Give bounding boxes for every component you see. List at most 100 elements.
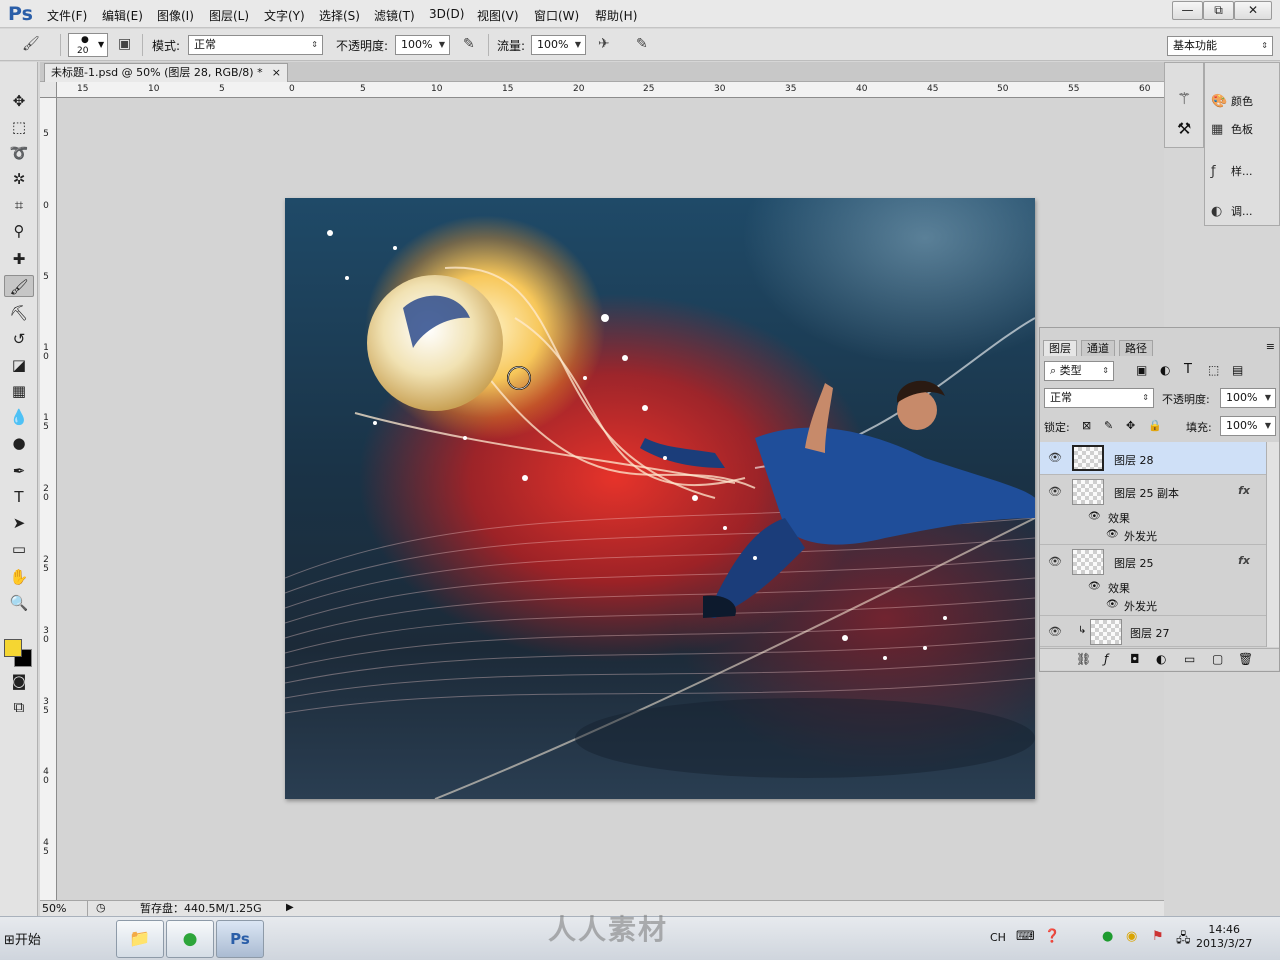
pressure-opacity-icon[interactable]: ✎ <box>463 36 475 52</box>
path-selection-tool-icon[interactable]: ➤ <box>4 512 34 534</box>
swatches-panel-button[interactable]: ▦ 色板 <box>1211 121 1253 137</box>
healing-brush-tool-icon[interactable]: ✚ <box>4 248 34 270</box>
ruler-origin[interactable] <box>40 82 57 98</box>
adjustments-panel-button[interactable]: ◐ 调... <box>1211 203 1253 219</box>
hand-tool-icon[interactable]: ✋ <box>4 566 34 588</box>
dodge-tool-icon[interactable]: ● <box>4 432 34 454</box>
gradient-tool-icon[interactable]: ▦ <box>4 380 34 402</box>
tray-app-icon[interactable]: ● <box>1102 929 1113 944</box>
fill-field[interactable]: 100% ▼ <box>1220 416 1276 436</box>
tray-flag-icon[interactable]: ⚑ <box>1152 929 1164 944</box>
document-canvas[interactable] <box>285 198 1035 799</box>
network-icon[interactable]: 🖧 <box>1176 929 1191 951</box>
history-brush-tool-icon[interactable]: ↺ <box>4 328 34 350</box>
type-tool-icon[interactable]: T <box>4 486 34 508</box>
menu-edit[interactable]: 编辑(E) <box>102 7 143 24</box>
filter-smart-object-icon[interactable]: ▤ <box>1232 363 1243 377</box>
status-info-icon[interactable]: ◷ <box>96 901 106 914</box>
brush-tool-preset-icon[interactable]: 🖌 <box>22 36 40 52</box>
start-button[interactable]: ⊞开始 <box>4 929 41 948</box>
tab-paths[interactable]: 路径 <box>1119 340 1153 356</box>
tray-security-icon[interactable]: ◉ <box>1126 929 1137 944</box>
new-adjustment-icon[interactable]: ◐ <box>1156 652 1166 666</box>
layer-opacity-field[interactable]: 100% ▼ <box>1220 388 1276 408</box>
lock-position-icon[interactable]: ✥ <box>1126 419 1135 432</box>
delete-layer-icon[interactable]: 🗑 <box>1238 652 1253 666</box>
eraser-tool-icon[interactable]: ◪ <box>4 354 34 376</box>
minimize-button[interactable]: — <box>1172 1 1203 20</box>
layer-kind-filter[interactable]: ⌕ 类型 ⇕ <box>1044 361 1114 381</box>
add-style-fx-icon[interactable]: ƒ <box>1104 652 1108 666</box>
blend-mode-select[interactable]: 正常 ⇕ <box>1044 388 1154 408</box>
effect-eye-icon[interactable]: 👁 <box>1106 599 1119 610</box>
brush-size-picker[interactable]: ● 20 ▼ <box>68 33 108 57</box>
close-button[interactable]: ✕ <box>1234 1 1272 20</box>
visibility-eye-icon[interactable]: 👁 <box>1048 451 1062 464</box>
pen-tool-icon[interactable]: ✒ <box>4 460 34 482</box>
effects-eye-icon[interactable]: 👁 <box>1088 581 1101 592</box>
lock-transparent-icon[interactable]: ⊠ <box>1082 419 1091 432</box>
layer-effects-fx-icon[interactable]: fx <box>1238 554 1250 567</box>
filter-pixel-icon[interactable]: ▣ <box>1136 363 1147 377</box>
marquee-tool-icon[interactable]: ⬚ <box>4 116 34 138</box>
menu-image[interactable]: 图像(I) <box>157 7 194 24</box>
magic-wand-tool-icon[interactable]: ✲ <box>4 168 34 190</box>
link-layers-icon[interactable]: ⛓ <box>1076 652 1091 666</box>
menu-help[interactable]: 帮助(H) <box>595 7 637 24</box>
keyboard-icon[interactable]: ⌨ <box>1016 929 1035 944</box>
workspace-select[interactable]: 基本功能 ⇕ <box>1167 36 1273 56</box>
menu-file[interactable]: 文件(F) <box>47 7 87 24</box>
tool-presets-icon[interactable]: ⚒ <box>1177 119 1191 138</box>
shape-tool-icon[interactable]: ▭ <box>4 538 34 560</box>
menu-type[interactable]: 文字(Y) <box>264 7 305 24</box>
eyedropper-tool-icon[interactable]: ⚲ <box>4 220 34 242</box>
brush-presets-icon[interactable]: ⚚ <box>1177 89 1191 108</box>
blur-tool-icon[interactable]: 💧 <box>4 406 34 428</box>
tab-channels[interactable]: 通道 <box>1081 340 1115 356</box>
lock-all-icon[interactable]: 🔒 <box>1148 419 1162 432</box>
filter-shape-icon[interactable]: ⬚ <box>1208 363 1219 377</box>
new-group-icon[interactable]: ▭ <box>1184 652 1195 666</box>
close-tab-icon[interactable]: × <box>272 64 281 81</box>
visibility-eye-icon[interactable]: 👁 <box>1048 485 1062 498</box>
styles-panel-button[interactable]: ƒ 样... <box>1211 163 1253 179</box>
quick-mask-icon[interactable]: ◙ <box>4 670 34 692</box>
layer-row[interactable]: 👁 ↳ 图层 27 <box>1040 617 1266 647</box>
lasso-tool-icon[interactable]: ➰ <box>4 142 34 164</box>
zoom-tool-icon[interactable]: 🔍 <box>4 592 34 614</box>
app-taskbar-button[interactable]: ● <box>166 920 214 958</box>
panel-menu-icon[interactable]: ≡ <box>1266 340 1275 353</box>
system-clock[interactable]: 14:46 2013/3/27 <box>1196 923 1252 951</box>
tab-layers[interactable]: 图层 <box>1043 340 1077 356</box>
effect-eye-icon[interactable]: 👁 <box>1106 529 1119 540</box>
language-indicator[interactable]: CH <box>990 931 1006 944</box>
menu-layer[interactable]: 图层(L) <box>209 7 249 24</box>
airbrush-icon[interactable]: ✈ <box>598 36 610 52</box>
add-mask-icon[interactable]: ◘ <box>1130 652 1140 666</box>
screen-mode-icon[interactable]: ⧉ <box>4 696 34 718</box>
opacity-field[interactable]: 100% ▼ <box>395 35 450 55</box>
layers-scrollbar[interactable] <box>1266 442 1279 647</box>
help-icon[interactable]: ❓ <box>1044 929 1060 944</box>
menu-window[interactable]: 窗口(W) <box>534 7 579 24</box>
status-menu-arrow-icon[interactable]: ▶ <box>286 902 294 913</box>
mode-select[interactable]: 正常 ⇕ <box>188 35 323 55</box>
effects-eye-icon[interactable]: 👁 <box>1088 511 1101 522</box>
filter-type-icon[interactable]: T <box>1184 362 1192 377</box>
new-layer-icon[interactable]: ▢ <box>1212 652 1223 666</box>
color-panel-button[interactable]: 🎨 颜色 <box>1211 93 1253 109</box>
layer-row[interactable]: 👁 图层 25 fx 👁 效果 👁 外发光 <box>1040 546 1266 616</box>
stamp-tool-icon[interactable]: ⛏ <box>4 302 34 324</box>
brush-tool-icon[interactable]: 🖌 <box>4 275 34 297</box>
foreground-color-swatch[interactable] <box>4 639 22 657</box>
zoom-level-field[interactable]: 50% <box>40 901 88 916</box>
move-tool-icon[interactable]: ✥ <box>4 90 34 112</box>
brush-panel-toggle-icon[interactable]: ▣ <box>118 36 131 52</box>
layer-row[interactable]: 👁 图层 28 <box>1040 442 1266 475</box>
horizontal-ruler[interactable]: 15 10 5 0 5 10 15 20 25 30 35 40 45 50 5… <box>57 82 1164 98</box>
pressure-size-icon[interactable]: ✎ <box>636 36 648 52</box>
visibility-eye-icon[interactable]: 👁 <box>1048 625 1062 638</box>
menu-filter[interactable]: 滤镜(T) <box>374 7 415 24</box>
vertical-ruler[interactable]: 5 0 5 1 0 1 5 2 0 2 5 3 0 3 5 4 0 4 5 <box>40 98 57 900</box>
menu-3d[interactable]: 3D(D) <box>429 7 464 21</box>
